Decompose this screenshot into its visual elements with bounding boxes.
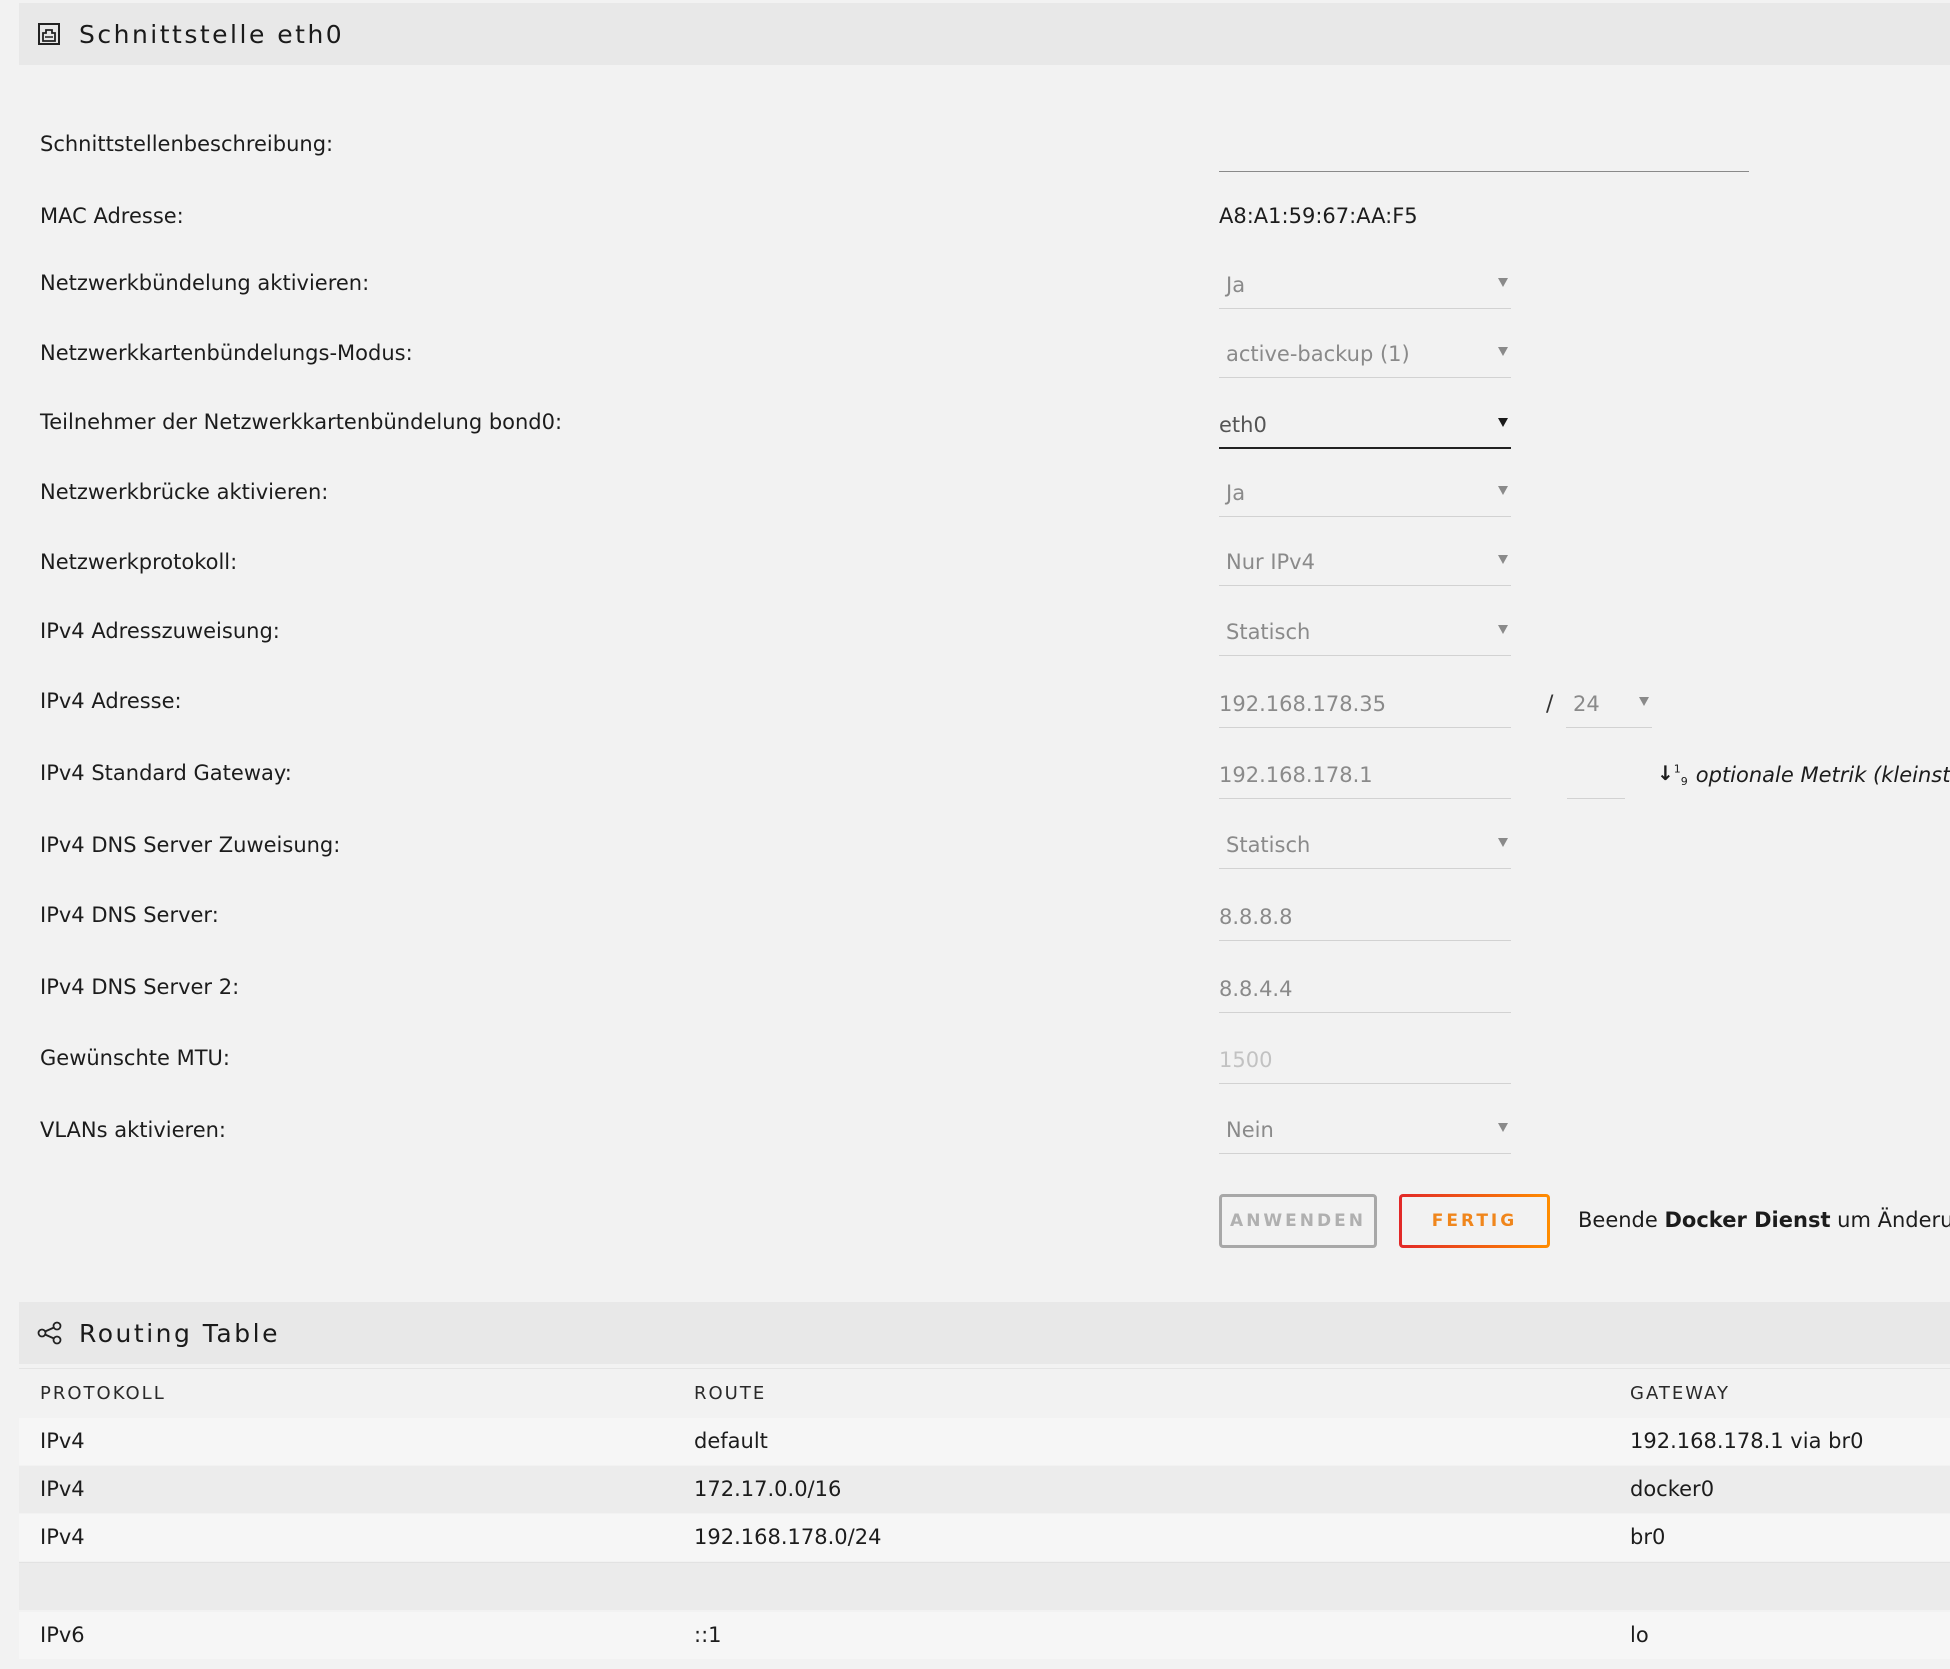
interface-section-header: Schnittstelle eth0 [19, 3, 1950, 65]
table-row: IPv4 192.168.178.0/24 br0 [19, 1514, 1950, 1561]
sort-numeric-icon: ↓19 [1657, 761, 1688, 788]
bond-members-label: Teilnehmer der Netzwerkkartenbündelung b… [40, 410, 563, 434]
column-route: ROUTE [694, 1383, 767, 1404]
cell-gateway: docker0 [1630, 1477, 1715, 1501]
table-row: IPv4 default 192.168.178.1 via br0 [19, 1418, 1950, 1465]
chevron-down-icon [1498, 347, 1508, 356]
vlans-label: VLANs aktivieren: [40, 1118, 226, 1142]
done-button[interactable]: FERTIG [1399, 1194, 1550, 1248]
ipv4-dns-assignment-select[interactable]: Statisch [1219, 823, 1511, 869]
vlans-select[interactable]: Nein [1219, 1108, 1511, 1154]
cell-route: 192.168.178.0/24 [694, 1525, 882, 1549]
bridge-enable-label: Netzwerkbrücke aktivieren: [40, 480, 329, 504]
column-protocol: PROTOKOLL [40, 1383, 166, 1404]
interface-section-title: Schnittstelle eth0 [79, 19, 345, 49]
cell-protocol: IPv4 [40, 1525, 85, 1549]
bonding-enable-select[interactable]: Ja [1219, 263, 1511, 309]
ipv4-dns2-input[interactable]: 8.8.4.4 [1219, 967, 1511, 1013]
ipv4-gateway-input[interactable]: 192.168.178.1 [1219, 753, 1511, 799]
table-row: IPv6 ::1 lo [19, 1612, 1950, 1659]
ipv4-dns1-label: IPv4 DNS Server: [40, 903, 219, 927]
bond-members-select[interactable]: eth0 [1219, 403, 1511, 449]
ipv4-assignment-label: IPv4 Adresszuweisung: [40, 619, 280, 643]
docker-notice: Beende Docker Dienst um Änderung [1578, 1208, 1950, 1232]
description-label: Schnittstellenbeschreibung: [40, 132, 334, 156]
chevron-down-icon [1498, 486, 1508, 495]
ethernet-port-icon [37, 22, 61, 46]
protocol-select[interactable]: Nur IPv4 [1219, 540, 1511, 586]
ipv4-address-label: IPv4 Adresse: [40, 689, 182, 713]
cell-gateway: br0 [1630, 1525, 1666, 1549]
bonding-mode-select[interactable]: active-backup (1) [1219, 332, 1511, 378]
chevron-down-icon [1498, 625, 1508, 634]
ipv4-assignment-select[interactable]: Statisch [1219, 610, 1511, 656]
cell-route: ::1 [694, 1623, 722, 1647]
prefix-separator: / [1546, 692, 1554, 717]
bonding-enable-label: Netzwerkbündelung aktivieren: [40, 271, 370, 295]
ipv4-prefix-select[interactable]: 24 [1566, 682, 1652, 728]
mac-label: MAC Adresse: [40, 204, 184, 228]
mac-value: A8:A1:59:67:AA:F5 [1219, 204, 1418, 228]
routing-section-header: Routing Table [19, 1302, 1950, 1364]
protocol-label: Netzwerkprotokoll: [40, 550, 238, 574]
chevron-down-icon [1639, 697, 1649, 706]
routing-section-title: Routing Table [79, 1318, 280, 1348]
table-row: IPv4 172.17.0.0/16 docker0 [19, 1466, 1950, 1513]
table-row-separator [19, 1562, 1950, 1610]
chevron-down-icon [1498, 278, 1508, 287]
metric-hint-text: optionale Metrik (kleinste [1695, 762, 1950, 787]
ipv4-address-input[interactable]: 192.168.178.35 [1219, 682, 1511, 728]
ipv4-gateway-label: IPv4 Standard Gateway: [40, 761, 292, 785]
mtu-input[interactable]: 1500 [1219, 1038, 1511, 1084]
cell-route: 172.17.0.0/16 [694, 1477, 842, 1501]
bonding-mode-label: Netzwerkkartenbündelungs-Modus: [40, 341, 413, 365]
ipv4-dns1-input[interactable]: 8.8.8.8 [1219, 895, 1511, 941]
chevron-down-icon [1498, 838, 1508, 847]
chevron-down-icon [1498, 1123, 1508, 1132]
bridge-enable-select[interactable]: Ja [1219, 471, 1511, 517]
metric-hint: ↓19 optionale Metrik (kleinste [1657, 761, 1950, 788]
cell-route: default [694, 1429, 768, 1453]
cell-protocol: IPv4 [40, 1477, 85, 1501]
cell-gateway: 192.168.178.1 via br0 [1630, 1429, 1864, 1453]
page: Schnittstelle eth0 Schnittstellenbeschre… [0, 0, 1950, 1669]
apply-button[interactable]: ANWENDEN [1219, 1194, 1377, 1248]
column-gateway: GATEWAY [1630, 1383, 1730, 1404]
gateway-metric-input[interactable] [1567, 753, 1625, 799]
routing-table-header: PROTOKOLL ROUTE GATEWAY [19, 1368, 1950, 1417]
mtu-label: Gewünschte MTU: [40, 1046, 231, 1070]
chevron-down-icon [1498, 555, 1508, 564]
chevron-down-icon [1498, 418, 1508, 427]
ipv4-dns-assignment-label: IPv4 DNS Server Zuweisung: [40, 833, 341, 857]
share-nodes-icon [37, 1321, 62, 1345]
ipv4-dns2-label: IPv4 DNS Server 2: [40, 975, 240, 999]
cell-protocol: IPv4 [40, 1429, 85, 1453]
description-input[interactable] [1219, 132, 1749, 172]
cell-protocol: IPv6 [40, 1623, 85, 1647]
cell-gateway: lo [1630, 1623, 1649, 1647]
